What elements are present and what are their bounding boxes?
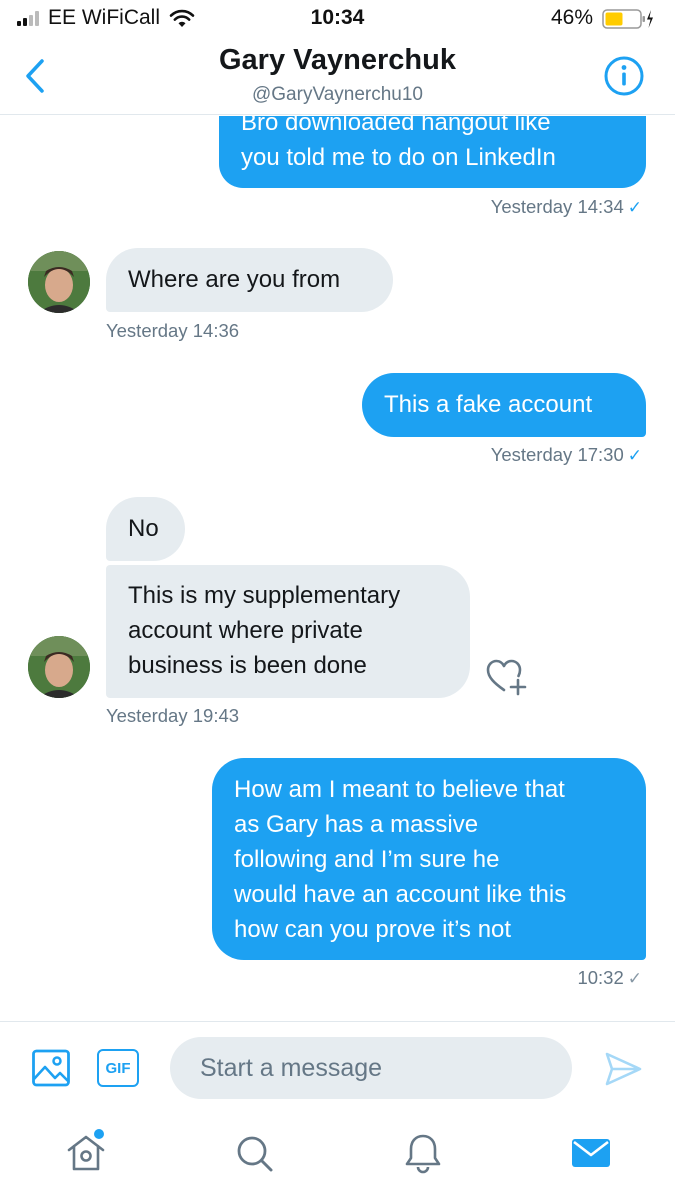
received-message-bubble[interactable]: This is my supplementary account where p… (106, 565, 470, 698)
gif-button[interactable]: GIF (97, 1049, 139, 1087)
contact-name[interactable]: Gary Vaynerchuk (0, 44, 675, 77)
received-message-bubble[interactable]: Where are you from (106, 248, 393, 312)
message-input[interactable] (170, 1037, 572, 1099)
sent-check-icon: ✓ (627, 969, 642, 988)
message-line: following and I’m sure he (234, 846, 500, 873)
bottom-tab-bar (0, 1115, 675, 1200)
contact-avatar[interactable] (28, 251, 90, 313)
status-bar: EE WiFiCall 10:34 46% (0, 0, 675, 38)
message-line: as Gary has a massive (234, 811, 479, 838)
avatar-image (28, 636, 90, 698)
notifications-icon[interactable] (401, 1131, 445, 1175)
message-timestamp: Yesterday 14:36 (106, 320, 240, 341)
contact-avatar[interactable] (28, 636, 90, 698)
message-timestamp: Yesterday 14:34 ✓ (490, 196, 642, 217)
battery-charging-icon (602, 9, 653, 29)
sent-message-bubble[interactable]: How am I meant to believe that as Gary h… (212, 758, 646, 960)
message-line: Where are you from (128, 266, 341, 293)
battery-percentage: 46% (551, 6, 594, 29)
message-line: How am I meant to believe that (234, 776, 565, 803)
sent-message-bubble[interactable]: Bro downloaded hangout like you told me … (219, 116, 646, 188)
messages-icon[interactable] (569, 1131, 613, 1175)
message-line: This a fake account (384, 391, 593, 418)
received-message-bubble[interactable]: No (106, 497, 185, 561)
message-timestamp: Yesterday 19:43 (106, 705, 240, 726)
read-check-icon: ✓ (627, 446, 642, 465)
send-icon[interactable] (603, 1049, 643, 1089)
message-line: you told me to do on LinkedIn (241, 144, 556, 171)
search-icon[interactable] (232, 1131, 276, 1175)
contact-handle: @GaryVaynerchu10 (251, 84, 424, 105)
sent-message-bubble[interactable]: This a fake account (362, 373, 646, 437)
message-timestamp: 10:32 ✓ (577, 967, 642, 988)
message-line: Bro downloaded hangout like (241, 116, 551, 136)
message-line: This is my supplementary (128, 582, 401, 609)
read-check-icon: ✓ (627, 198, 642, 217)
message-list[interactable]: Bro downloaded hangout like you told me … (0, 116, 675, 1021)
like-heart-icon[interactable] (484, 656, 528, 696)
message-line: would have an account like this (234, 881, 567, 908)
message-line: No (128, 515, 159, 542)
message-timestamp: Yesterday 17:30 ✓ (490, 444, 642, 465)
image-icon[interactable] (31, 1048, 71, 1088)
info-icon[interactable] (603, 55, 645, 97)
message-line: business is been done (128, 652, 367, 679)
message-line: how can you prove it’s not (234, 916, 512, 943)
avatar-image (28, 251, 90, 313)
conversation-header: Gary Vaynerchuk @GaryVaynerchu10 (0, 38, 675, 115)
message-composer: GIF (0, 1021, 675, 1115)
home-notification-dot (94, 1129, 104, 1139)
message-line: account where private (128, 617, 363, 644)
